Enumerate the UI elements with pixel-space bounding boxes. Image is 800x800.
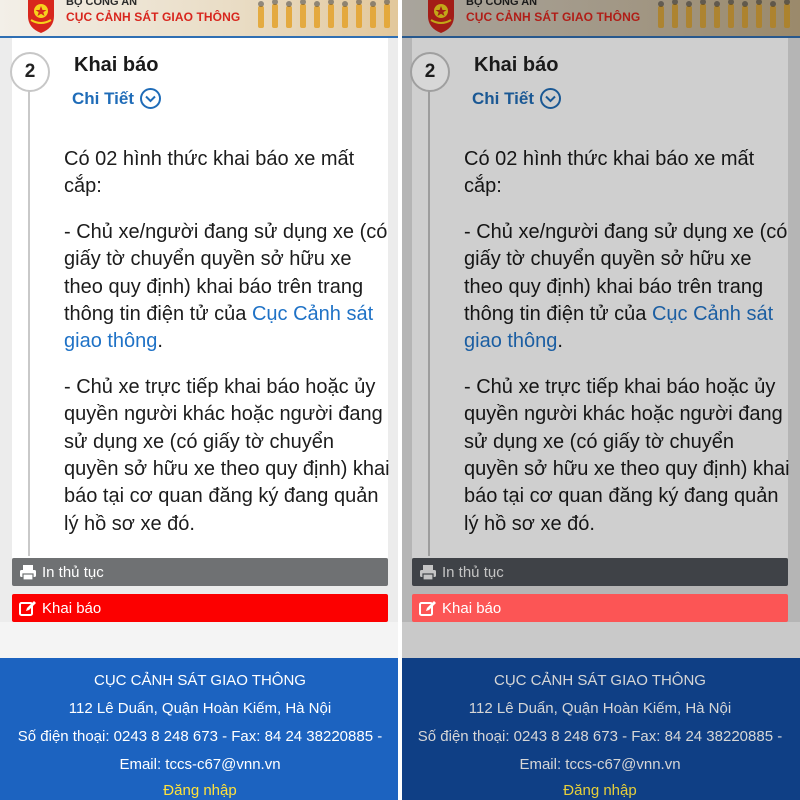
- timeline-line: [28, 88, 30, 556]
- panel-divider: [398, 0, 402, 800]
- detail-label: Chi Tiết: [472, 88, 535, 108]
- declare-label: Khai báo: [442, 599, 502, 617]
- detail-toggle-link[interactable]: Chi Tiết: [472, 88, 562, 109]
- step-content: Có 02 hình thức khai báo xe mất cắp: - C…: [64, 146, 390, 556]
- print-procedure-label: In thủ tục: [42, 563, 104, 581]
- screenshot-panel-normal: BỘ CÔNG AN CỤC CẢNH SÁT GIAO THÔNG 2 Kha…: [0, 0, 400, 800]
- step-title: Khai báo: [474, 54, 559, 76]
- printer-icon: [418, 562, 438, 582]
- site-footer: CỤC CẢNH SÁT GIAO THÔNG 112 Lê Duẩn, Quậ…: [0, 658, 400, 800]
- print-procedure-label: In thủ tục: [442, 563, 504, 581]
- chevron-down-icon: [140, 88, 162, 109]
- site-footer: CỤC CẢNH SÁT GIAO THÔNG 112 Lê Duẩn, Quậ…: [400, 658, 800, 800]
- content-item-1: - Chủ xe/người đang sử dụng xe (có giấy …: [464, 220, 788, 353]
- footer-phone: Số điện thoại: 0243 8 248 673 - Fax: 84 …: [17, 728, 383, 745]
- detail-toggle-link[interactable]: Chi Tiết: [72, 88, 162, 109]
- step-title: Khai báo: [74, 54, 159, 76]
- content-item-2: - Chủ xe trực tiếp khai báo hoặc ủy quyề…: [464, 375, 790, 535]
- step-content: Có 02 hình thức khai báo xe mất cắp: - C…: [464, 146, 790, 556]
- declare-button[interactable]: Khai báo: [412, 594, 788, 622]
- declare-button[interactable]: Khai báo: [12, 594, 388, 622]
- police-emblem-logo: [28, 0, 54, 33]
- content-item-1: - Chủ xe/người đang sử dụng xe (có giấy …: [64, 220, 388, 353]
- edit-icon: [418, 598, 438, 618]
- police-emblem-logo: [428, 0, 454, 33]
- step-number-badge: 2: [10, 52, 50, 92]
- footer-email: Email: tccs-c67@vnn.vn: [519, 756, 681, 773]
- content-intro: Có 02 hình thức khai báo xe mất cắp:: [64, 148, 355, 198]
- edit-icon: [18, 598, 38, 618]
- ministry-name: BỘ CÔNG AN: [466, 0, 538, 8]
- step-number-badge: 2: [410, 52, 450, 92]
- chevron-down-icon: [540, 88, 562, 109]
- login-link[interactable]: Đăng nhập: [400, 782, 800, 799]
- screenshot-panel-dimmed: BỘ CÔNG AN CỤC CẢNH SÁT GIAO THÔNG 2 Kha…: [400, 0, 800, 800]
- footer-address: 112 Lê Duẩn, Quận Hoàn Kiếm, Hà Nội: [468, 700, 732, 717]
- detail-label: Chi Tiết: [72, 88, 135, 108]
- footer-org: CỤC CẢNH SÁT GIAO THÔNG: [494, 672, 706, 689]
- parade-graphic: [658, 0, 790, 28]
- header-banner: BỘ CÔNG AN CỤC CẢNH SÁT GIAO THÔNG: [400, 0, 800, 36]
- content-item-2: - Chủ xe trực tiếp khai báo hoặc ủy quyề…: [64, 375, 390, 535]
- footer-email: Email: tccs-c67@vnn.vn: [119, 756, 281, 773]
- timeline-line: [428, 88, 430, 556]
- content-intro: Có 02 hình thức khai báo xe mất cắp:: [464, 148, 755, 198]
- footer-phone: Số điện thoại: 0243 8 248 673 - Fax: 84 …: [417, 728, 783, 745]
- printer-icon: [18, 562, 38, 582]
- login-link[interactable]: Đăng nhập: [0, 782, 400, 799]
- agency-name: CỤC CẢNH SÁT GIAO THÔNG: [466, 10, 641, 24]
- parade-graphic: [258, 0, 390, 28]
- agency-name: CỤC CẢNH SÁT GIAO THÔNG: [66, 10, 241, 24]
- footer-address: 112 Lê Duẩn, Quận Hoàn Kiếm, Hà Nội: [68, 700, 332, 717]
- footer-org: CỤC CẢNH SÁT GIAO THÔNG: [94, 672, 306, 689]
- header-banner: BỘ CÔNG AN CỤC CẢNH SÁT GIAO THÔNG: [0, 0, 400, 36]
- print-procedure-button[interactable]: In thủ tục: [412, 558, 788, 586]
- print-procedure-button[interactable]: In thủ tục: [12, 558, 388, 586]
- ministry-name: BỘ CÔNG AN: [66, 0, 138, 8]
- declare-label: Khai báo: [42, 599, 102, 617]
